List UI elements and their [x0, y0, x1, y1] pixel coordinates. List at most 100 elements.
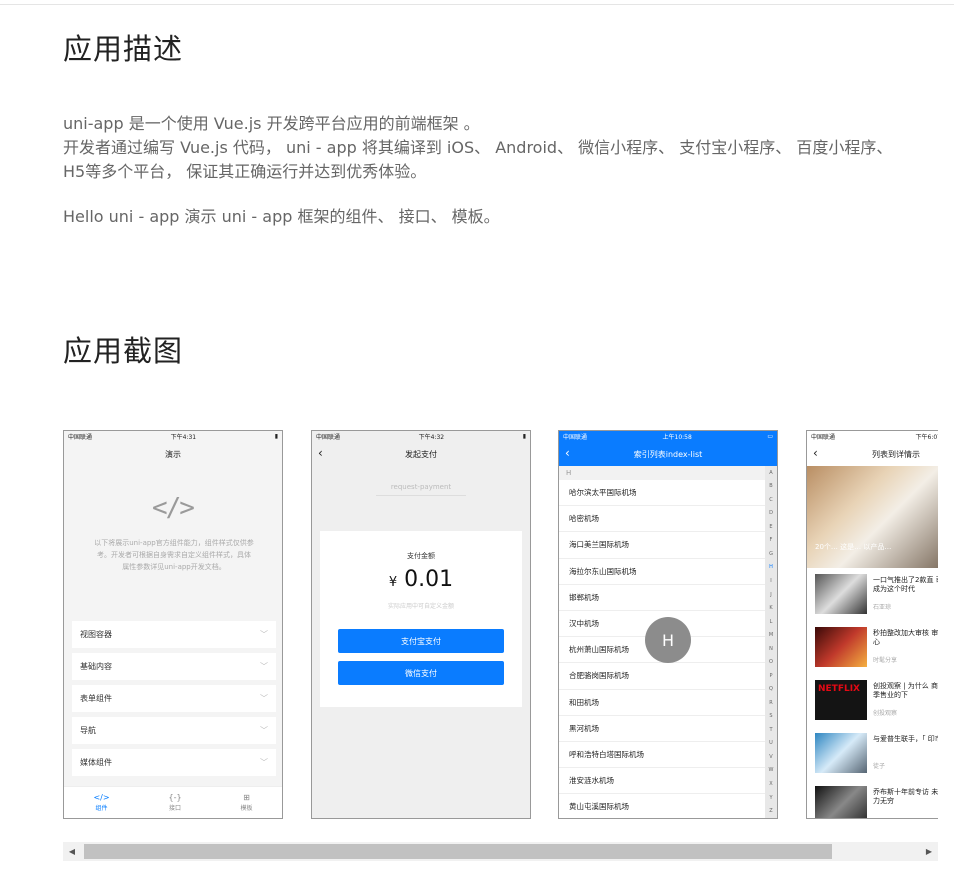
tab-components: </> 组件 [93, 793, 109, 812]
article-item: 与爱普生联手，「 印市场 徒子 [815, 733, 938, 779]
list-item: 海口美兰国际机场 [559, 532, 765, 559]
chevron-down-icon: ﹀ [260, 726, 268, 735]
status-bar: 中国联通 上午10:58 ▭ [559, 431, 777, 442]
article-source: 石亚琼 [873, 604, 892, 611]
list-item: 呼和浩特白塔国际机场 [559, 742, 765, 769]
menu-item-label: 媒体组件 [80, 758, 112, 767]
scroll-left-arrow-icon[interactable]: ◀ [63, 842, 81, 861]
article-source: 创投观察 [873, 710, 898, 717]
list-item: 合肥骆岗国际机场 [559, 663, 765, 690]
amount-value: ¥ 0.01 [320, 567, 522, 592]
description-paragraph-2: Hello uni - app 演示 uni - app 框架的组件、 接口、 … [63, 207, 500, 226]
index-letter: I [770, 578, 772, 585]
wechat-pay-button: 微信支付 [338, 661, 504, 685]
index-letter: Y [769, 794, 773, 801]
index-letter: E [769, 523, 773, 530]
menu-item: 基础内容 ﹀ [72, 653, 276, 680]
index-letter: O [769, 659, 773, 666]
tab-label: 模板 [240, 805, 253, 812]
index-letter: P [769, 672, 773, 679]
battery-icon: ▮ [274, 433, 278, 440]
menu-item: 导航 ﹀ [72, 717, 276, 744]
horizontal-scrollbar[interactable]: ◀ ▶ [63, 842, 938, 861]
api-icon: {-} [168, 793, 182, 802]
list-item: 淮安涟水机场 [559, 768, 765, 795]
article-thumbnail [815, 627, 867, 667]
article-item: 一口气推出了2款直 司想成为这个时代 石亚琼 [815, 574, 938, 620]
article-thumbnail [815, 733, 867, 773]
list-item: 哈尔滨太平国际机场 [559, 480, 765, 507]
section-title-description: 应用描述 [63, 32, 184, 66]
banner-image: 20个… 这是… 以产品… [807, 466, 938, 568]
time-label: 上午10:58 [662, 434, 692, 441]
request-payment-label: request-payment [376, 483, 466, 496]
screenshot-carousel[interactable]: 中国联通 下午4:31 ▮ 演示 </> 以下将展示uni-app官方组件能力，… [63, 430, 938, 820]
nav-title: 索引列表index-list [633, 449, 703, 459]
article-item: NETFLIX 创投观察 | 为什么 商乃至季售业的下 创投观察 [815, 680, 938, 726]
article-item: 乔布斯十年前专访 未来潜力无穷 [815, 786, 938, 818]
index-letter: G [769, 550, 773, 557]
screenshot-components: 中国联通 下午4:31 ▮ 演示 </> 以下将展示uni-app官方组件能力，… [63, 430, 283, 819]
menu-item-label: 基础内容 [80, 662, 112, 671]
time-label: 下午4:31 [170, 434, 197, 441]
carrier-label: 中国联通 [563, 434, 588, 441]
index-letter: V [769, 753, 773, 760]
back-arrow-icon: ‹ [318, 446, 323, 460]
list-item: 黑河机场 [559, 716, 765, 742]
index-bubble: H [645, 617, 691, 663]
list-item: 海拉尔东山国际机场 [559, 559, 765, 585]
scrollbar-thumb[interactable] [84, 844, 832, 859]
index-letter: J [770, 591, 772, 598]
menu-item: 视图容器 ﹀ [72, 621, 276, 648]
index-letter: B [769, 483, 773, 490]
index-letter: N [769, 645, 773, 652]
tab-templates: ⊞ 模板 [240, 793, 252, 812]
article-item: 秒拍整改加大审核 审核中心 时髦分享 [815, 627, 938, 673]
amount-number: 0.01 [404, 567, 454, 592]
amount-hint: 实际应用中可自定义金额 [387, 603, 454, 610]
status-bar: 中国联通 下午4:31 ▮ [64, 431, 282, 442]
article-source: 时髦分享 [873, 657, 898, 664]
nav-title: 演示 [165, 449, 181, 459]
top-divider [0, 4, 954, 5]
index-letter: C [769, 496, 773, 503]
chevron-down-icon: ﹀ [260, 758, 268, 767]
carrier-label: 中国联通 [68, 434, 93, 441]
description-line-1: uni-app 是一个使用 Vue.js 开发跨平台应用的前端框架 。 [63, 114, 480, 133]
index-letter: A [769, 469, 773, 476]
article-title: 秒拍整改加大审核 审核中心 [873, 629, 938, 646]
index-letter: U [769, 740, 773, 747]
list-item: 和田机场 [559, 690, 765, 716]
index-letter: W [768, 767, 774, 774]
tab-api: {-} 接口 [168, 793, 181, 812]
back-arrow-icon: ‹ [565, 446, 570, 460]
tab-label: 接口 [169, 805, 182, 812]
nav-bar: ‹ 发起支付 [312, 442, 530, 466]
index-letter: K [769, 605, 773, 612]
grid-icon: ⊞ [243, 793, 250, 802]
time-label: 下午6:07 [915, 434, 938, 441]
chevron-down-icon: ﹀ [260, 662, 268, 671]
article-thumbnail [815, 786, 867, 818]
component-menu: 视图容器 ﹀ 基础内容 ﹀ 表单组件 ﹀ 导航 ﹀ 媒体组件 ﹀ [72, 621, 276, 781]
nav-title: 发起支付 [405, 449, 437, 459]
section-title-screenshots: 应用截图 [63, 334, 184, 368]
netflix-logo-thumbnail: NETFLIX [815, 680, 867, 720]
battery-icon: ▭ [767, 433, 773, 440]
nav-title: 列表到详情示 [872, 449, 920, 459]
banner-caption: 20个… 这是… 以产品… [815, 543, 892, 551]
index-letter: Z [769, 808, 773, 815]
index-letter: H [769, 564, 773, 571]
list-item: 哈密机场 [559, 506, 765, 533]
status-bar: 中国联通 下午6:07 [807, 431, 938, 442]
index-letter: Q [769, 686, 773, 693]
index-letter: S [769, 713, 773, 720]
carrier-label: 中国联通 [316, 434, 341, 441]
scroll-right-arrow-icon[interactable]: ▶ [920, 842, 938, 861]
back-arrow-icon: ‹ [813, 446, 818, 460]
currency-symbol: ¥ [388, 575, 398, 590]
tab-bar: </> 组件 {-} 接口 ⊞ 模板 [64, 786, 282, 818]
blue-header: 中国联通 上午10:58 ▭ ‹ 索引列表index-list [559, 431, 777, 466]
carrier-label: 中国联通 [811, 434, 836, 441]
article-title: 乔布斯十年前专访 未来潜力无穷 [873, 788, 938, 805]
